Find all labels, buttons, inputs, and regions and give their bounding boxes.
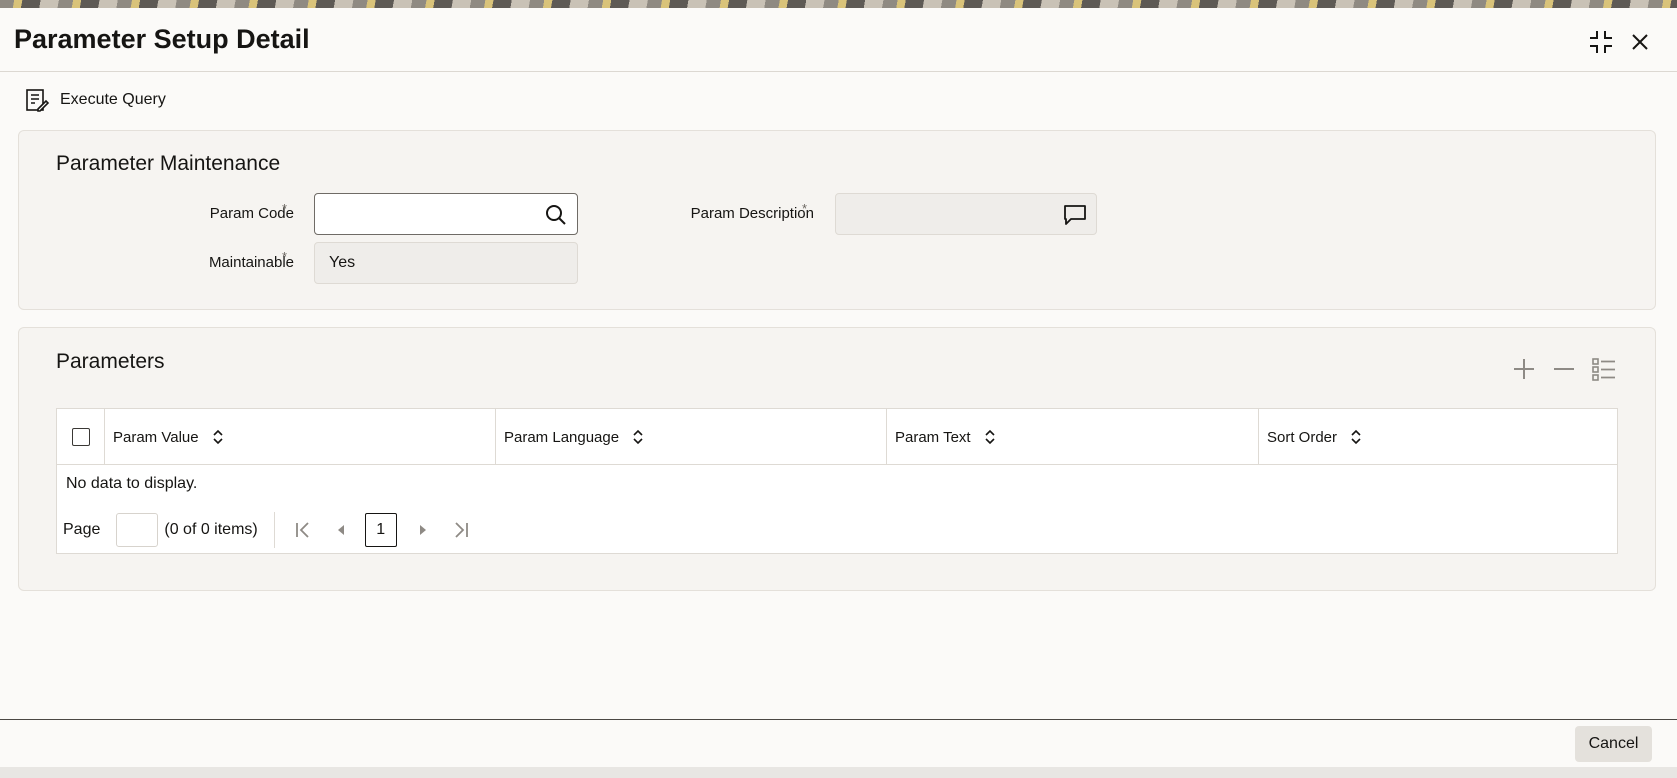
add-row-button[interactable] bbox=[1511, 356, 1537, 382]
last-page-button[interactable] bbox=[447, 515, 475, 545]
bottom-strip bbox=[0, 767, 1677, 778]
table-header: Param Value Param Language Param Text So… bbox=[57, 409, 1617, 465]
collapse-icon bbox=[1590, 31, 1612, 53]
param-description-input[interactable] bbox=[835, 193, 1097, 235]
pager-divider bbox=[273, 512, 275, 548]
pagination: Page (0 of 0 items) 1 bbox=[63, 512, 485, 548]
window-header: Parameter Setup Detail bbox=[0, 8, 1677, 72]
sort-icon[interactable] bbox=[983, 429, 997, 445]
current-page-button[interactable]: 1 bbox=[364, 513, 397, 547]
list-icon bbox=[1592, 358, 1615, 381]
maintainable-field: Yes bbox=[314, 242, 578, 284]
first-page-button[interactable] bbox=[289, 515, 317, 545]
collapse-button[interactable] bbox=[1585, 26, 1617, 58]
maintainable-label: Maintainable bbox=[208, 254, 294, 271]
parameters-table: Param Value Param Language Param Text So… bbox=[56, 408, 1618, 554]
next-page-button[interactable] bbox=[409, 515, 437, 545]
column-param-value[interactable]: Param Value bbox=[105, 409, 496, 465]
add-icon bbox=[1514, 359, 1534, 379]
required-marker: * bbox=[282, 249, 288, 264]
close-button[interactable] bbox=[1624, 26, 1656, 58]
query-edit-icon bbox=[26, 89, 50, 112]
last-page-icon bbox=[455, 522, 468, 538]
empty-table-message: No data to display. bbox=[66, 475, 198, 492]
cancel-button[interactable]: Cancel bbox=[1575, 726, 1652, 762]
required-marker: * bbox=[802, 201, 808, 216]
page-label: Page bbox=[63, 521, 101, 538]
column-param-text[interactable]: Param Text bbox=[887, 409, 1259, 465]
select-all-cell bbox=[57, 409, 105, 465]
first-page-icon bbox=[295, 522, 309, 538]
column-sort-order[interactable]: Sort Order bbox=[1259, 409, 1617, 465]
select-all-checkbox[interactable] bbox=[71, 428, 90, 446]
param-description-comment-button[interactable] bbox=[1062, 202, 1088, 228]
previous-page-icon bbox=[337, 525, 344, 535]
column-label: Sort Order bbox=[1267, 428, 1338, 446]
column-label: Param Text bbox=[895, 428, 971, 446]
footer-bar: Cancel bbox=[0, 719, 1677, 767]
previous-page-button[interactable] bbox=[327, 515, 355, 545]
execute-query-label: Execute Query bbox=[60, 91, 166, 108]
execute-query-button[interactable]: Execute Query bbox=[24, 86, 166, 114]
table-actions bbox=[1511, 356, 1617, 382]
sort-icon[interactable] bbox=[1349, 429, 1363, 445]
column-label: Param Value bbox=[113, 428, 199, 446]
param-code-label: Param Code bbox=[209, 205, 294, 222]
sort-icon[interactable] bbox=[631, 429, 645, 445]
param-code-input[interactable] bbox=[314, 193, 578, 235]
search-icon bbox=[546, 205, 566, 225]
parameter-maintenance-panel: Parameter Maintenance Param Code * Param… bbox=[18, 130, 1656, 310]
section-title-maintenance: Parameter Maintenance bbox=[56, 152, 281, 175]
maintainable-value: Yes bbox=[329, 254, 356, 271]
comment-icon bbox=[1064, 205, 1086, 225]
sort-icon[interactable] bbox=[211, 429, 225, 445]
top-banner-strip bbox=[0, 0, 1677, 8]
column-param-language[interactable]: Param Language bbox=[496, 409, 887, 465]
param-description-label: Param Description bbox=[690, 205, 814, 222]
page-title: Parameter Setup Detail bbox=[14, 24, 310, 54]
single-record-view-button[interactable] bbox=[1591, 356, 1617, 382]
section-title-parameters: Parameters bbox=[56, 350, 165, 373]
column-label: Param Language bbox=[504, 428, 620, 446]
required-marker: * bbox=[282, 201, 288, 216]
items-count: (0 of 0 items) bbox=[164, 521, 258, 538]
remove-row-button[interactable] bbox=[1551, 356, 1577, 382]
remove-icon bbox=[1554, 368, 1574, 370]
next-page-icon bbox=[419, 525, 426, 535]
page-number-input[interactable] bbox=[116, 513, 159, 547]
close-icon bbox=[1632, 34, 1648, 50]
param-code-search-button[interactable] bbox=[543, 202, 569, 228]
